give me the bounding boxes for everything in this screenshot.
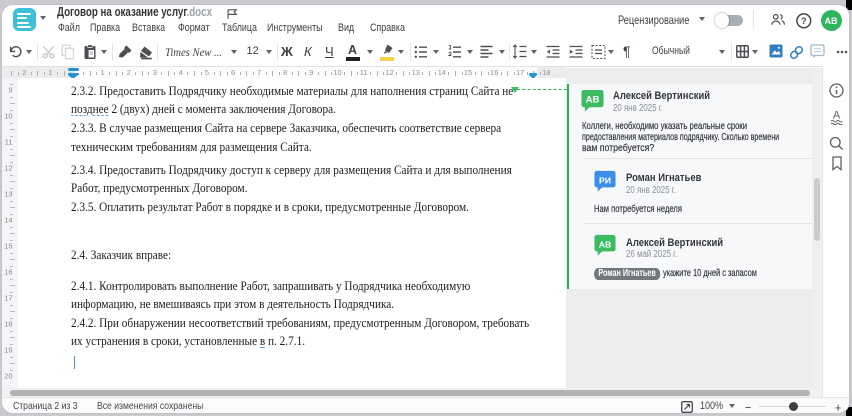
svg-text:А: А [833, 110, 841, 122]
svg-text:РИ: РИ [598, 175, 610, 185]
svg-text:АВ: АВ [585, 94, 599, 105]
svg-text:АВ: АВ [598, 239, 611, 249]
svg-text:?: ? [801, 16, 807, 27]
